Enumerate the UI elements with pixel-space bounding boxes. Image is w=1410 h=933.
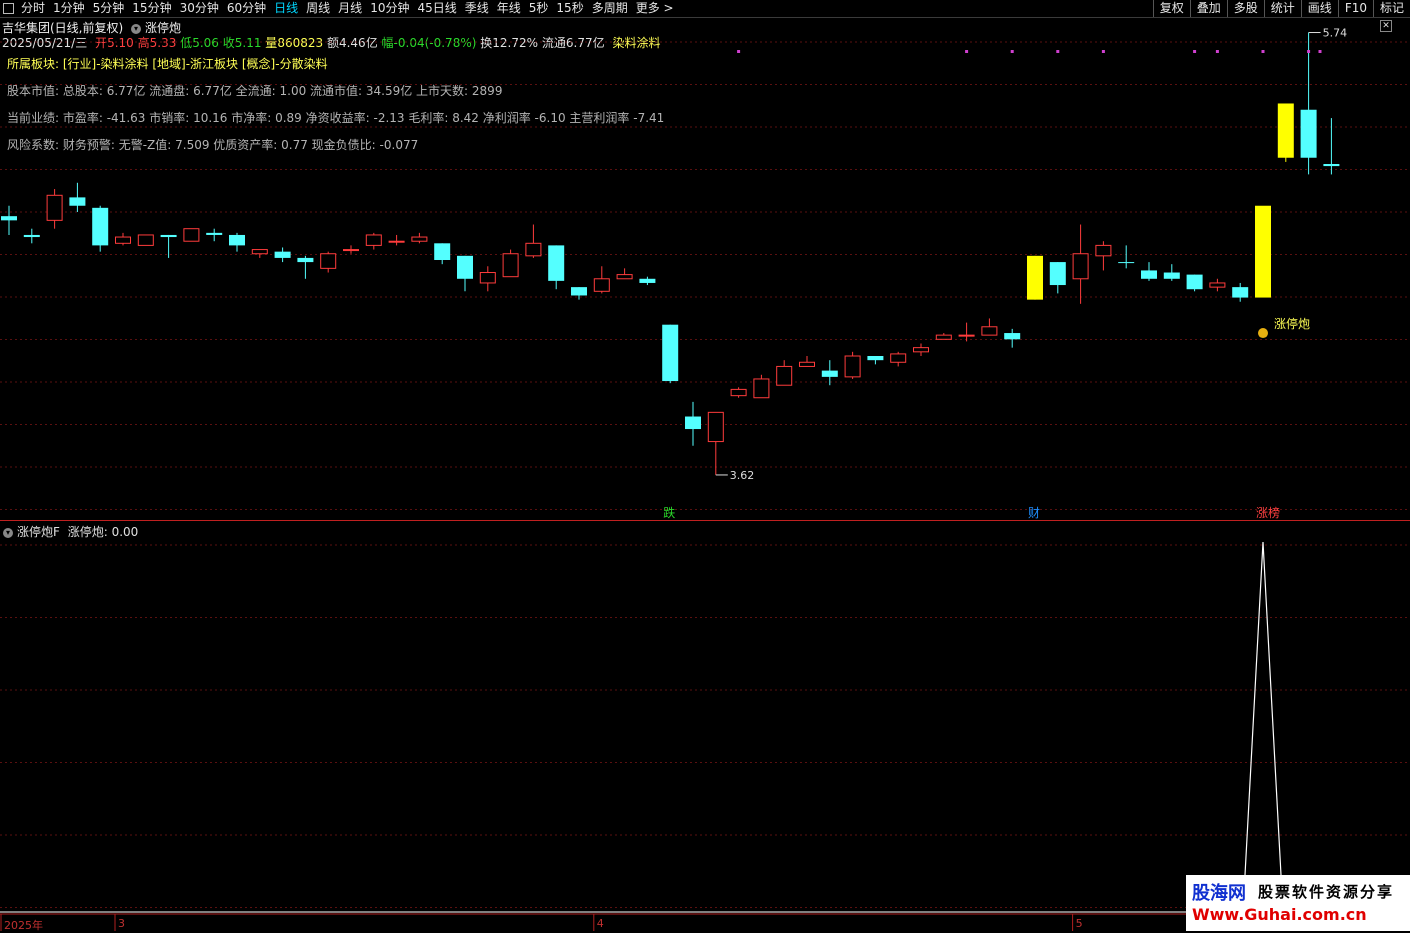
candle-body [958, 334, 975, 337]
candle-body [1232, 287, 1249, 298]
candle-body [776, 365, 793, 386]
candle-body [1323, 164, 1340, 167]
candle-body [457, 255, 473, 279]
candle-body [1163, 272, 1180, 279]
purple-dot [1307, 50, 1311, 53]
purple-dot [1193, 50, 1197, 53]
candle-body [479, 272, 496, 284]
candle-body [1027, 255, 1043, 300]
candle-body [799, 361, 815, 367]
purple-dot [1261, 50, 1265, 53]
purple-dot [965, 50, 969, 53]
candle-body [844, 355, 861, 378]
candle-body [1209, 282, 1226, 288]
candle-body [229, 234, 245, 246]
candle-body [137, 234, 154, 246]
candle-body [46, 194, 63, 221]
candle-body [1277, 103, 1294, 158]
candle-body [913, 347, 929, 353]
candle-body [502, 253, 519, 278]
watermark-brand: 股海网 [1192, 883, 1246, 904]
candle-body [1118, 262, 1135, 264]
candle-body [1095, 244, 1112, 257]
candle-body [890, 353, 907, 363]
candle-body [388, 240, 405, 243]
candle-body [662, 324, 679, 382]
candle-body [821, 370, 838, 377]
candle-body [571, 287, 587, 296]
candle-body [525, 242, 542, 257]
candle-body [69, 197, 86, 206]
candle-body [1300, 109, 1317, 158]
watermark-url: Www.Guhai.com.cn [1192, 905, 1367, 924]
candle-body [548, 245, 565, 281]
candle-body [92, 207, 109, 246]
kline-chart[interactable]: 5.74 3.62 涨停炮跌 财 涨榜 [0, 0, 1410, 931]
candle-body [707, 411, 724, 443]
indicator-panel-title: ▾ 涨停炮F 涨停炮: 0.00 [3, 523, 138, 540]
marker-跌: 跌 [663, 505, 675, 520]
candle-body [1186, 274, 1203, 290]
candle-body [183, 228, 200, 242]
candle-body [23, 234, 40, 238]
candle-body [365, 234, 382, 246]
low-price-label: 3.62 [730, 469, 755, 482]
candle-body [616, 274, 633, 280]
indicator-panel-name: 涨停炮F [17, 525, 60, 539]
high-price-label: 5.74 [1323, 27, 1348, 40]
candle-body [1, 216, 17, 221]
purple-dot [1010, 50, 1014, 53]
purple-dot [1056, 50, 1060, 53]
candle-body [730, 388, 747, 397]
indicator-panel-value: 涨停炮: 0.00 [67, 525, 139, 539]
candle-body [343, 249, 359, 252]
candle-body [434, 243, 451, 260]
dropdown-icon[interactable]: ▾ [3, 527, 13, 538]
purple-dot [1215, 50, 1219, 53]
candle-body [1141, 270, 1157, 279]
candle-body [115, 236, 131, 244]
indicator-line [1242, 541, 1284, 913]
purple-dot [737, 50, 741, 53]
signal-label: 涨停炮 [1274, 316, 1310, 331]
candle-body [981, 326, 998, 336]
money-bag-icon [1258, 328, 1268, 339]
candle-body [1255, 205, 1271, 298]
watermark-banner: 股海网 股票软件资源分享 Www.Guhai.com.cn [1186, 875, 1410, 931]
axis-label: 5 [1075, 917, 1083, 930]
candle-body [753, 378, 770, 399]
candle-body [867, 356, 884, 361]
candle-body [593, 278, 610, 292]
purple-dot [1318, 50, 1322, 53]
candle-body [206, 232, 223, 235]
candle-body [411, 236, 428, 242]
marker-涨榜: 涨榜 [1256, 505, 1280, 520]
marker-财: 财 [1028, 506, 1040, 520]
panel-divider[interactable] [0, 520, 1410, 521]
candle-body [1049, 262, 1066, 286]
candle-body [297, 257, 314, 263]
candle-body [160, 234, 177, 238]
candle-body [935, 334, 952, 340]
candle-body [320, 253, 337, 269]
candle-body [685, 416, 701, 430]
candle-body [1072, 253, 1089, 280]
candle-body [1004, 333, 1021, 340]
purple-dot [1101, 50, 1105, 53]
candle-body [639, 278, 656, 283]
axis-label: 4 [596, 917, 604, 930]
watermark-slogan: 股票软件资源分享 [1258, 883, 1395, 901]
candle-body [274, 251, 291, 258]
candle-body [251, 249, 268, 255]
axis-label: 3 [118, 917, 125, 930]
